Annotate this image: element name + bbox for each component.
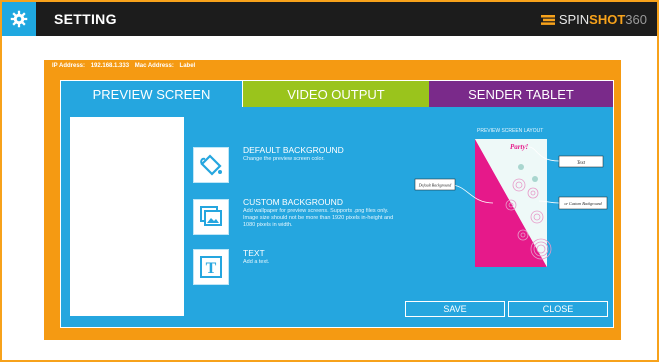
default-background-desc: Change the preview screen color. (243, 156, 325, 162)
custom-background-desc: Add wallpaper for preview screens. Suppo… (243, 208, 394, 228)
brand-logo: SPIN SHOT 360 (540, 12, 647, 27)
brand-part-spin: SPIN (558, 12, 590, 27)
save-button[interactable]: SAVE (405, 301, 505, 317)
settings-button[interactable] (2, 2, 36, 36)
default-background-button[interactable] (193, 147, 229, 183)
text-t-icon: T (200, 256, 222, 278)
text-title: TEXT (243, 248, 265, 258)
text-desc: Add a text. (243, 259, 270, 265)
layout-label: PREVIEW SCREEN LAYOUT (477, 128, 544, 134)
callout-text-label: Text (577, 161, 586, 166)
tab-sender-tablet[interactable]: SENDER TABLET (429, 81, 613, 107)
device-info: IP Address: 192.168.1.333 Mac Address: L… (52, 63, 199, 69)
app-window: SETTING SPIN SHOT 360 IP Address: 192.168.… (0, 0, 659, 362)
tab-preview-screen[interactable]: PREVIEW SCREEN (61, 81, 243, 107)
custom-background-button[interactable] (193, 199, 229, 235)
default-background-title: DEFAULT BACKGROUND (243, 145, 344, 155)
page-title: SETTING (54, 11, 117, 27)
image-stack-icon (200, 206, 222, 226)
ip-label: IP Address: (52, 63, 86, 69)
layout-dot (518, 164, 524, 170)
paint-bucket-icon (200, 154, 222, 176)
tab-video-output[interactable]: VIDEO OUTPUT (243, 81, 429, 107)
gear-icon (10, 10, 28, 28)
layout-dot (532, 176, 538, 182)
custom-background-title: CUSTOM BACKGROUND (243, 197, 343, 207)
svg-text:T: T (206, 260, 217, 277)
mac-label: Mac Address: (134, 63, 174, 69)
layout-party-text: Party! (510, 143, 529, 151)
brand-part-360: 360 (625, 12, 647, 27)
preview-layout-diagram: Party! Text Default Background or Custom… (414, 139, 608, 267)
tab-bar: PREVIEW SCREEN VIDEO OUTPUT SENDER TABLE… (61, 81, 613, 107)
ip-value: 192.168.1.333 (90, 63, 130, 69)
callout-default-label: Default Background (418, 183, 452, 188)
callout-custom-label: or Custom Background (564, 201, 602, 206)
label-label: Label (179, 63, 196, 69)
title-bar: SETTING SPIN SHOT 360 (2, 2, 657, 36)
preview-canvas (70, 117, 184, 316)
preview-screen-panel: PREVIEW SCREEN VIDEO OUTPUT SENDER TABLE… (60, 80, 614, 328)
logo-stripes-icon (540, 14, 555, 25)
close-button[interactable]: CLOSE (508, 301, 608, 317)
brand-part-shot: SHOT (589, 12, 626, 27)
text-button[interactable]: T (193, 249, 229, 285)
